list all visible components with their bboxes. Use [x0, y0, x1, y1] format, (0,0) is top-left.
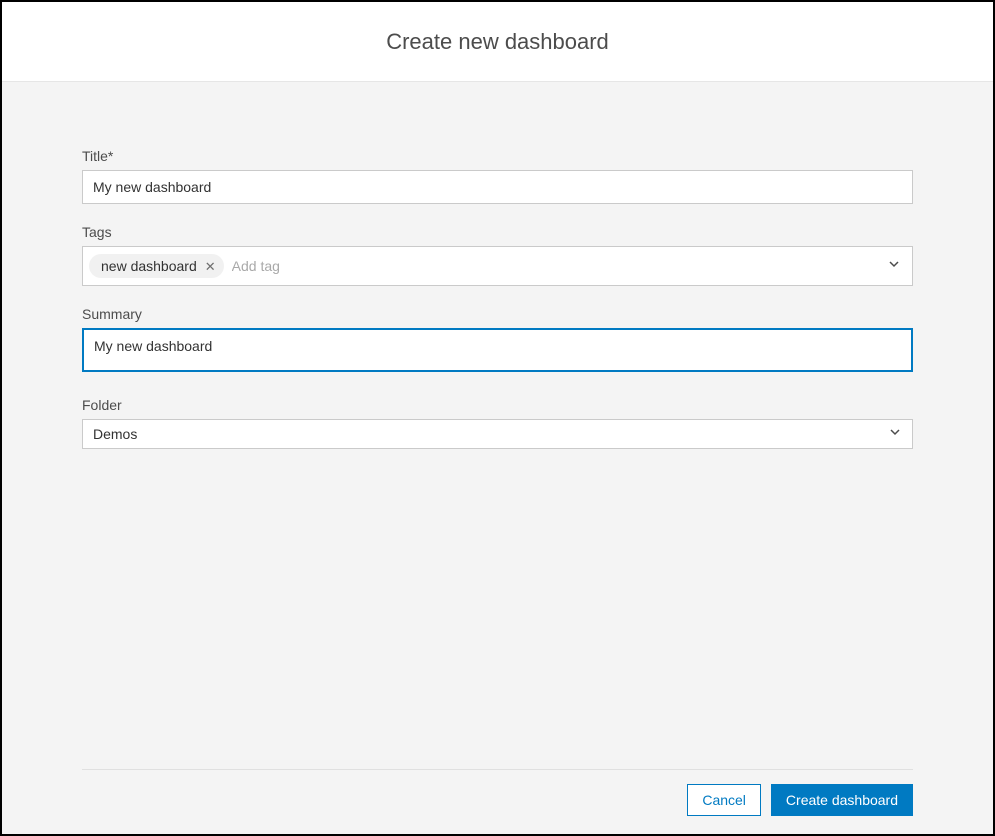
folder-field-group: Folder Demos — [82, 397, 913, 449]
tags-field-group: Tags new dashboard ✕ — [82, 224, 913, 286]
chevron-down-icon — [889, 425, 901, 443]
create-dashboard-dialog: Create new dashboard Title* Tags new das… — [0, 0, 995, 836]
create-dashboard-button[interactable]: Create dashboard — [771, 784, 913, 816]
dialog-header: Create new dashboard — [2, 2, 993, 82]
dialog-title: Create new dashboard — [386, 29, 609, 55]
summary-textarea[interactable] — [82, 328, 913, 372]
tags-input-wrapper[interactable]: new dashboard ✕ — [82, 246, 913, 286]
title-field-group: Title* — [82, 148, 913, 204]
folder-label: Folder — [82, 397, 913, 413]
tag-input[interactable] — [232, 258, 882, 274]
tag-chip-label: new dashboard — [101, 258, 197, 274]
cancel-button[interactable]: Cancel — [687, 784, 761, 816]
folder-select[interactable]: Demos — [82, 419, 913, 449]
tag-chip: new dashboard ✕ — [89, 254, 224, 278]
folder-select-wrapper: Demos — [82, 419, 913, 449]
summary-label: Summary — [82, 306, 913, 322]
tags-label: Tags — [82, 224, 913, 240]
dialog-footer: Cancel Create dashboard — [82, 769, 913, 834]
title-input[interactable] — [82, 170, 913, 204]
dialog-body: Title* Tags new dashboard ✕ Summary — [2, 82, 993, 834]
summary-field-group: Summary — [82, 306, 913, 377]
title-label: Title* — [82, 148, 913, 164]
form-area: Title* Tags new dashboard ✕ Summary — [82, 148, 913, 769]
tag-remove-icon[interactable]: ✕ — [205, 260, 216, 273]
chevron-down-icon[interactable] — [888, 257, 900, 275]
